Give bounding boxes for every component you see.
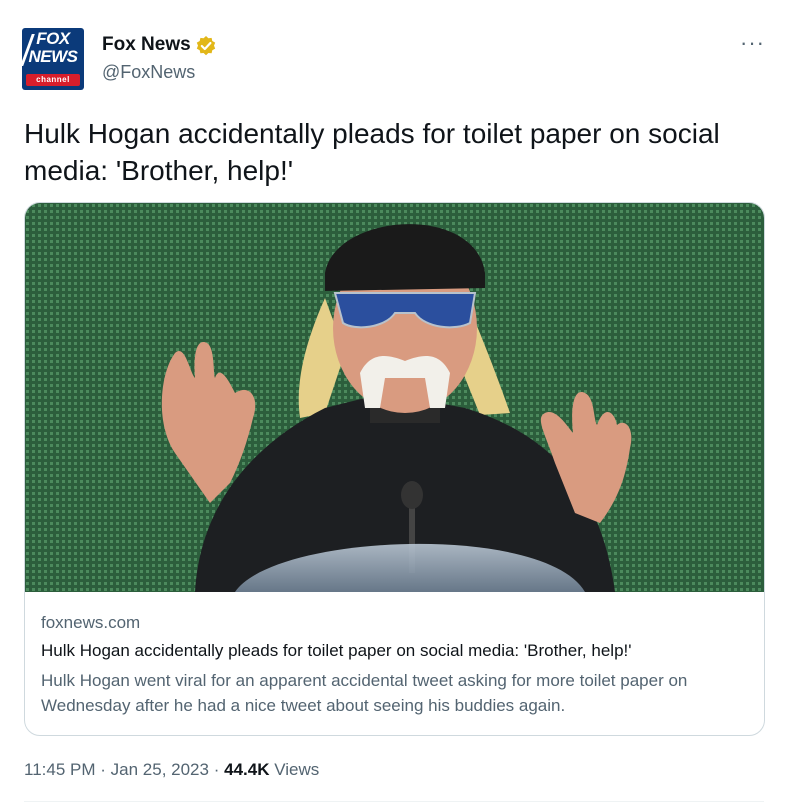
author-avatar[interactable]: FOX NEWS channel <box>22 28 84 90</box>
card-title: Hulk Hogan accidentally pleads for toile… <box>41 641 632 660</box>
card-description: Hulk Hogan went viral for an apparent ac… <box>41 671 688 715</box>
meta-separator: · <box>100 760 106 779</box>
link-card[interactable]: foxnews.com Hulk Hogan accidentally plea… <box>24 202 765 736</box>
tweet-time[interactable]: 11:45 PM <box>24 760 96 779</box>
avatar-logo-line2: NEWS <box>28 47 79 66</box>
card-domain: foxnews.com <box>41 613 141 632</box>
card-image[interactable] <box>25 203 764 592</box>
divider <box>24 801 764 802</box>
avatar-logo-line1: FOX <box>36 29 70 48</box>
author-handle[interactable]: @FoxNews <box>102 62 195 83</box>
tweet-meta: 11:45 PM · Jan 25, 2023 · 44.4K Views <box>24 760 319 780</box>
more-options-icon[interactable]: ··· <box>740 32 765 54</box>
tweet: FOX NEWS channel Fox News @FoxNews ··· H… <box>0 0 800 806</box>
meta-separator: · <box>213 760 220 779</box>
views-count: 44.4K <box>224 760 270 779</box>
tweet-text: Hulk Hogan accidentally pleads for toile… <box>24 118 720 186</box>
views-label: Views <box>274 760 320 779</box>
avatar-logo-line3: channel <box>26 74 80 86</box>
tweet-date[interactable]: Jan 25, 2023 <box>111 760 209 779</box>
verified-badge-icon <box>196 36 216 56</box>
author-display-name[interactable]: Fox News <box>102 34 191 56</box>
